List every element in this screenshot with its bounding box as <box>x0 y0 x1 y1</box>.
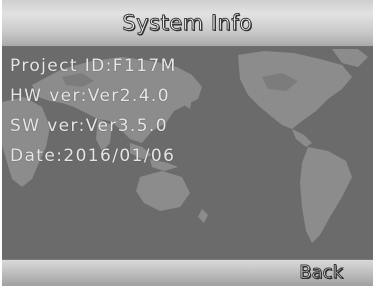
system-info-list: Project ID:F117M HW ver:Ver2.4.0 SW ver:… <box>10 51 177 171</box>
title-bar: System Info <box>2 0 373 47</box>
project-id-text: Project ID:F117M <box>10 56 177 76</box>
screen-title: System Info <box>122 11 253 36</box>
sw-version-text: SW ver:Ver3.5.0 <box>10 116 168 136</box>
back-button[interactable]: Back <box>299 261 344 285</box>
content-area: Project ID:F117M HW ver:Ver2.4.0 SW ver:… <box>2 47 373 259</box>
date-text: Date:2016/01/06 <box>10 146 176 166</box>
hw-version-text: HW ver:Ver2.4.0 <box>10 86 170 106</box>
footer-bar: Back <box>2 259 373 286</box>
system-info-screen: System Info Project ID:F117M HW ver:Ver2… <box>0 0 377 286</box>
